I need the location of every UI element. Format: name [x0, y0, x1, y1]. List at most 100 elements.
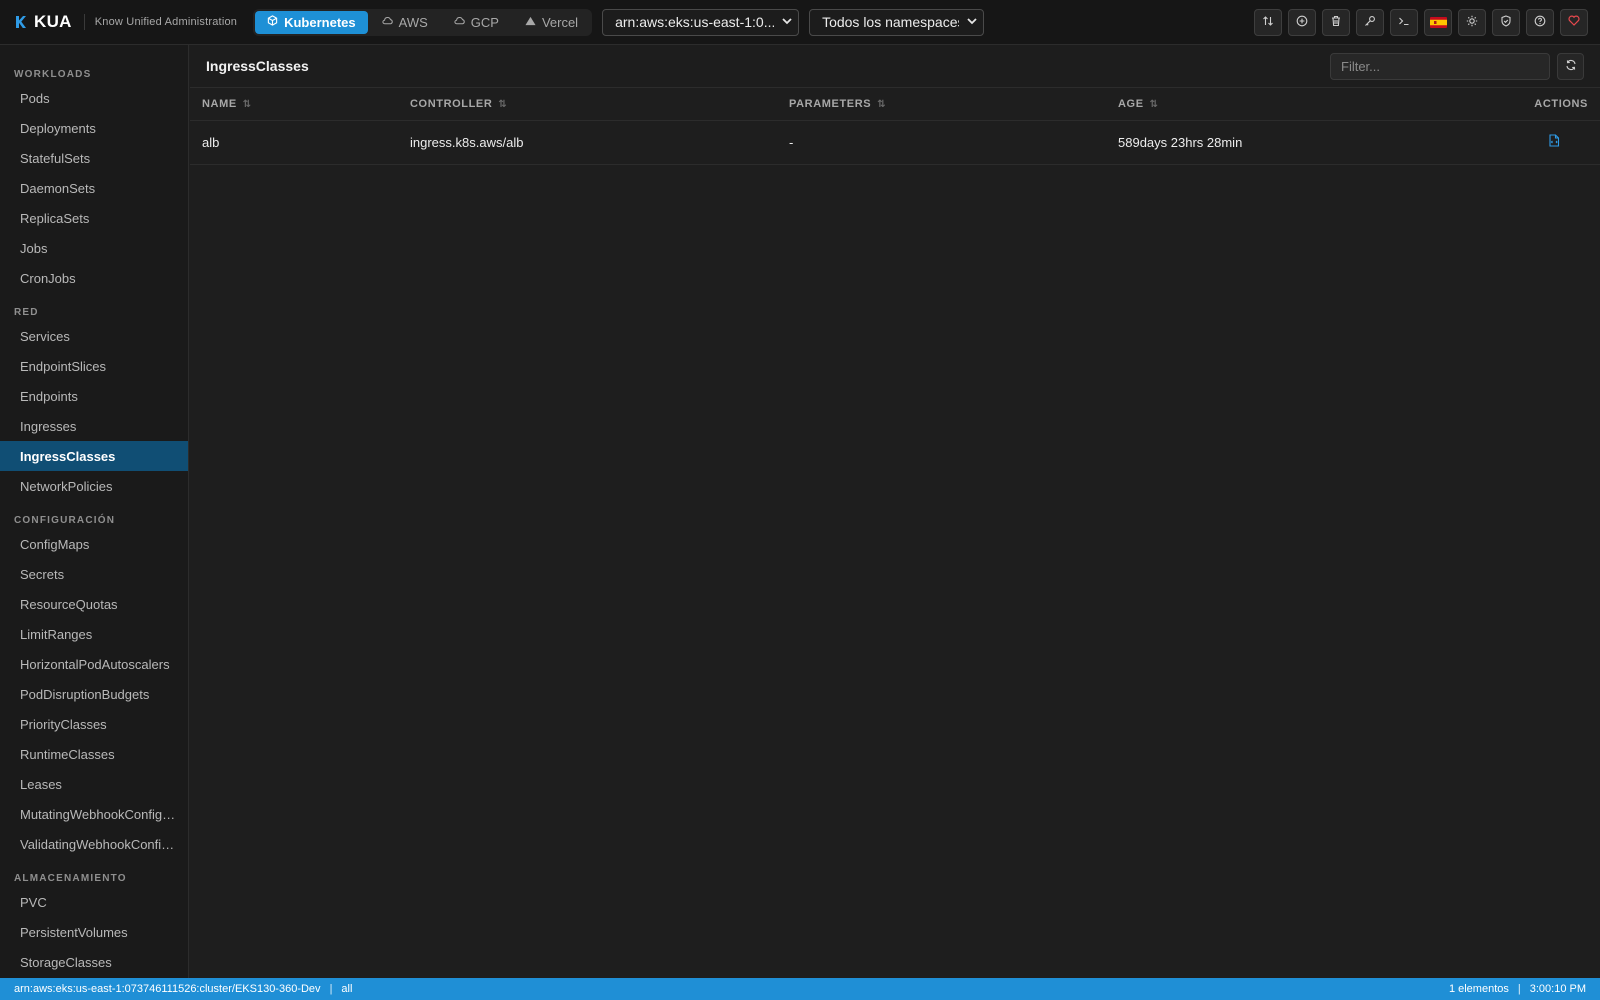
- sidebar-item-services[interactable]: Services: [0, 321, 188, 351]
- sidebar-item-label: Secrets: [20, 566, 65, 582]
- sort-icon: ⇅: [498, 98, 508, 110]
- theme-toggle-button[interactable]: [1458, 8, 1486, 36]
- sidebar-item-pods[interactable]: Pods: [0, 83, 188, 113]
- refresh-icon: [1565, 59, 1577, 74]
- sidebar-item-leases[interactable]: Leases: [0, 769, 188, 799]
- cloud-icon: [382, 16, 393, 28]
- favorite-button[interactable]: [1560, 8, 1588, 36]
- terminal-button[interactable]: [1390, 8, 1418, 36]
- page-title: IngressClasses: [206, 58, 309, 74]
- sort-icon: ⇅: [877, 98, 887, 110]
- view-yaml-icon[interactable]: [1548, 134, 1560, 150]
- namespace-select[interactable]: Todos los namespaces: [809, 8, 985, 36]
- sidebar-item-replicasets[interactable]: ReplicaSets: [0, 203, 188, 233]
- column-label: PARAMETERS: [789, 97, 872, 110]
- refresh-button[interactable]: [1557, 52, 1584, 80]
- sidebar-item-persistentvolumes[interactable]: PersistentVolumes: [0, 917, 188, 947]
- sidebar-item-label: Leases: [20, 776, 62, 792]
- sidebar-section-title: ALMACENAMIENTO: [14, 873, 127, 884]
- column-header-parameters[interactable]: PARAMETERS ⇅: [777, 88, 1106, 121]
- filter-input[interactable]: [1330, 52, 1550, 80]
- sidebar-item-label: Deployments: [20, 120, 96, 136]
- column-header-name[interactable]: NAME ⇅: [190, 88, 398, 121]
- sidebar-item-label: DaemonSets: [20, 180, 96, 196]
- sidebar-item-label: LimitRanges: [20, 626, 93, 642]
- divider: [83, 14, 85, 30]
- sidebar-item-runtimeclasses[interactable]: RuntimeClasses: [0, 739, 188, 769]
- divider: |: [1517, 983, 1521, 995]
- tab-label: Kubernetes: [284, 14, 356, 30]
- column-label: AGE: [1118, 97, 1144, 110]
- sidebar-item-ingresses[interactable]: Ingresses: [0, 411, 188, 441]
- app-name: KUA: [34, 12, 72, 31]
- sidebar-item-label: Jobs: [20, 240, 48, 256]
- sidebar-item-poddisruptionbudgets[interactable]: PodDisruptionBudgets: [0, 679, 188, 709]
- sidebar-item-resourcequotas[interactable]: ResourceQuotas: [0, 589, 188, 619]
- app-subtitle: Know Unified Administration: [94, 16, 238, 28]
- column-label: CONTROLLER: [410, 97, 493, 110]
- tab-kubernetes[interactable]: Kubernetes: [255, 10, 368, 34]
- sidebar-item-label: NetworkPolicies: [20, 478, 113, 494]
- sidebar-item-jobs[interactable]: Jobs: [0, 233, 188, 263]
- sidebar-item-daemonsets[interactable]: DaemonSets: [0, 173, 188, 203]
- status-bar: arn:aws:eks:us-east-1:073746111526:clust…: [0, 978, 1600, 1000]
- sidebar-item-endpoints[interactable]: Endpoints: [0, 381, 188, 411]
- shield-icon: [1500, 14, 1512, 30]
- table-row[interactable]: alb ingress.k8s.aws/alb - 589days 23hrs …: [190, 120, 1600, 165]
- sidebar-item-label: ConfigMaps: [20, 536, 90, 552]
- add-icon: [1296, 15, 1308, 30]
- language-button[interactable]: [1424, 8, 1452, 36]
- sidebar-item-label: CronJobs: [20, 270, 76, 286]
- column-label: NAME: [202, 97, 237, 110]
- tab-vercel[interactable]: Vercel: [513, 11, 590, 34]
- sidebar-item-cronjobs[interactable]: CronJobs: [0, 263, 188, 293]
- sidebar-item-statefulsets[interactable]: StatefulSets: [0, 143, 188, 173]
- add-resource-button[interactable]: [1288, 8, 1316, 36]
- sidebar-item-networkpolicies[interactable]: NetworkPolicies: [0, 471, 188, 501]
- help-button[interactable]: [1526, 8, 1554, 36]
- cluster-select[interactable]: arn:aws:eks:us-east-1:0...: [602, 8, 800, 36]
- sun-icon: [1466, 15, 1478, 30]
- delete-button[interactable]: [1322, 8, 1350, 36]
- sidebar-item-horizontalpodautoscalers[interactable]: HorizontalPodAutoscalers: [0, 649, 188, 679]
- table-header-row: NAME ⇅ CONTROLLER ⇅ PARAMETERS ⇅ AGE ⇅ ACTIO…: [190, 88, 1600, 121]
- security-button[interactable]: [1492, 8, 1520, 36]
- sort-icon: ⇅: [1149, 98, 1159, 110]
- sidebar-item-configmaps[interactable]: ConfigMaps: [0, 529, 188, 559]
- credentials-button[interactable]: [1356, 8, 1384, 36]
- app-logo[interactable]: KUA Know Unified Administration: [14, 12, 237, 32]
- spain-flag-icon: [1429, 16, 1447, 28]
- port-forward-button[interactable]: [1254, 8, 1282, 36]
- sidebar-item-endpointslices[interactable]: EndpointSlices: [0, 351, 188, 381]
- triangle-icon: [525, 16, 536, 29]
- sidebar-item-mutatingwebhookconfigurations[interactable]: MutatingWebhookConfigurations: [0, 799, 188, 829]
- sidebar-item-label: IngressClasses: [20, 448, 116, 464]
- sort-icon: ⇅: [242, 98, 252, 110]
- sidebar-item-validatingwebhookconfigurations[interactable]: ValidatingWebhookConfigurations: [0, 829, 188, 859]
- top-bar: KUA Know Unified Administration Kubernet…: [0, 0, 1600, 45]
- sidebar-item-limitranges[interactable]: LimitRanges: [0, 619, 188, 649]
- column-header-age[interactable]: AGE ⇅: [1106, 88, 1466, 121]
- toolbar: [1254, 8, 1588, 36]
- sidebar-item-label: Endpoints: [20, 388, 78, 404]
- sidebar-item-label: ValidatingWebhookConfigurations: [20, 836, 176, 852]
- sidebar-item-label: ResourceQuotas: [20, 596, 118, 612]
- sidebar-item-ingressclasses[interactable]: IngressClasses: [0, 441, 188, 471]
- sidebar-item-label: RuntimeClasses: [20, 746, 115, 762]
- sidebar-item-label: PVC: [20, 894, 47, 910]
- sidebar-item-secrets[interactable]: Secrets: [0, 559, 188, 589]
- tab-aws[interactable]: AWS: [370, 11, 440, 34]
- sidebar-section-title: WORKLOADS: [14, 69, 92, 80]
- sidebar-item-label: PriorityClasses: [20, 716, 107, 732]
- sidebar-item-storageclasses[interactable]: StorageClasses: [0, 947, 188, 977]
- sidebar-item-priorityclasses[interactable]: PriorityClasses: [0, 709, 188, 739]
- resource-table: NAME ⇅ CONTROLLER ⇅ PARAMETERS ⇅ AGE ⇅ ACTIO…: [190, 88, 1600, 165]
- tab-gcp[interactable]: GCP: [442, 11, 511, 34]
- status-time: 3:00:10 PM: [1529, 983, 1586, 995]
- sidebar: WORKLOADS Pods Deployments StatefulSets …: [0, 45, 189, 978]
- sidebar-item-pvc[interactable]: PVC: [0, 887, 188, 917]
- column-header-controller[interactable]: CONTROLLER ⇅: [398, 88, 777, 121]
- kua-logo-icon: [14, 15, 26, 29]
- sidebar-item-deployments[interactable]: Deployments: [0, 113, 188, 143]
- sidebar-item-label: ReplicaSets: [20, 210, 90, 226]
